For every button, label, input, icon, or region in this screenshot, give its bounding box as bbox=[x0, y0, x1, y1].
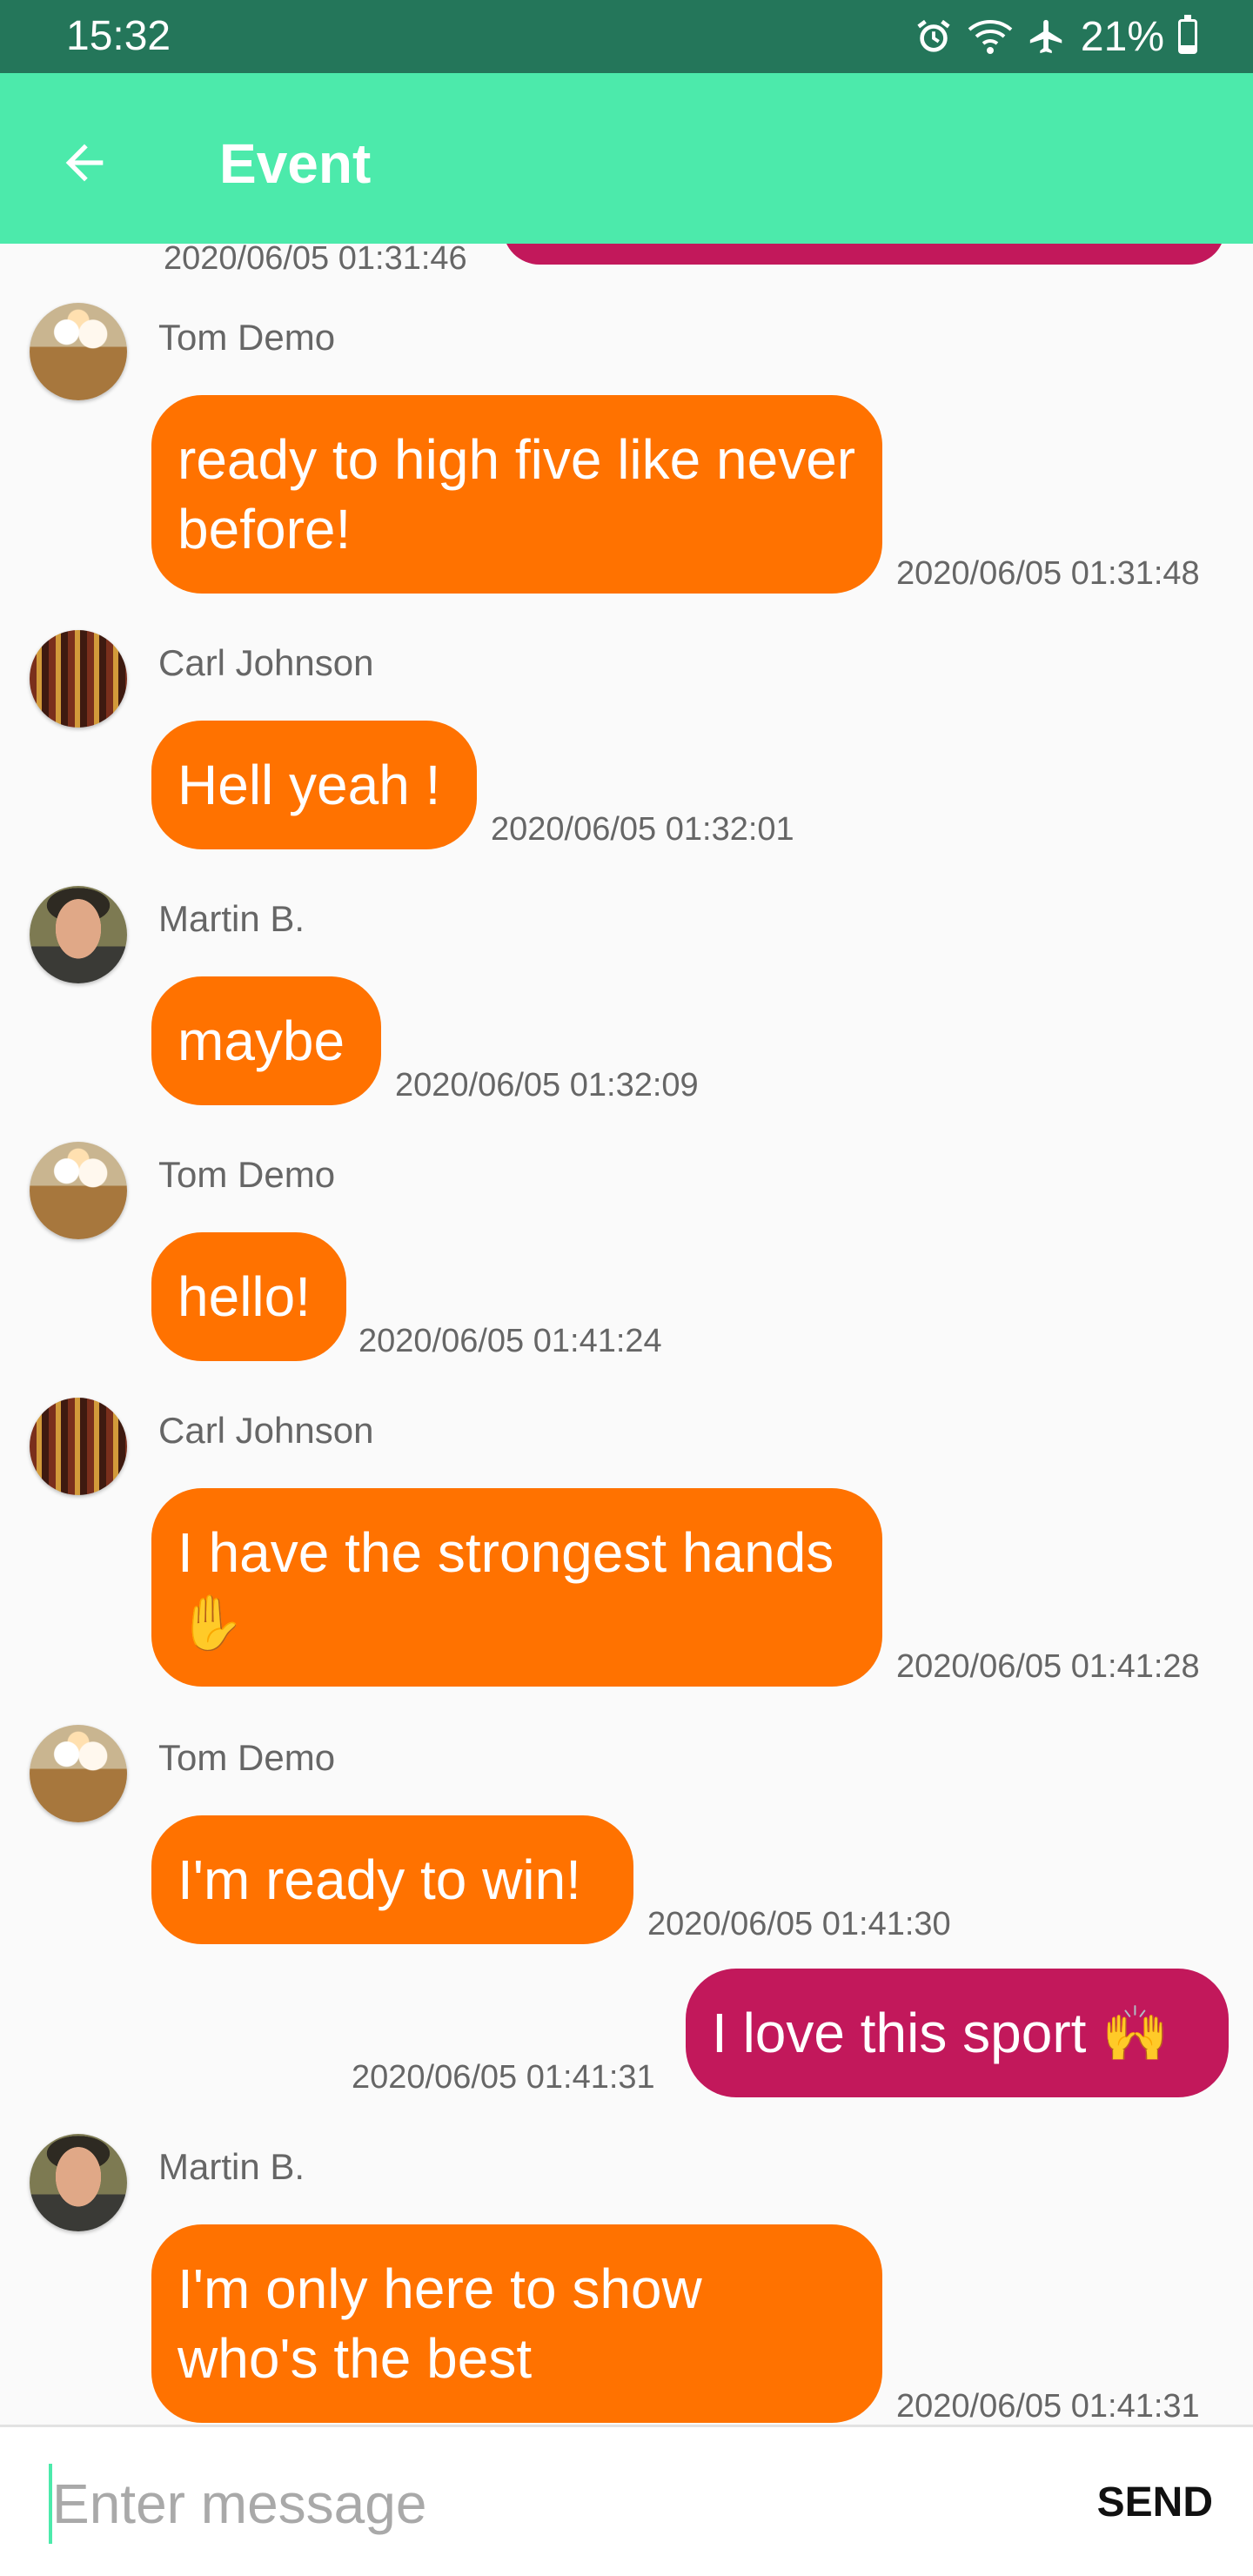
message-timestamp: 2020/06/05 01:41:24 bbox=[358, 1323, 662, 1359]
avatar[interactable] bbox=[30, 2134, 127, 2231]
sender-name: Carl Johnson bbox=[158, 1410, 374, 1451]
raising-hands-emoji: 🙌 bbox=[1102, 2004, 1169, 2064]
avatar[interactable] bbox=[30, 630, 127, 728]
wifi-icon bbox=[968, 17, 1013, 57]
avatar[interactable] bbox=[30, 303, 127, 400]
message-text: I have the strongest hands bbox=[178, 1521, 834, 1584]
message-composer: SEND bbox=[0, 2425, 1253, 2576]
message-bubble[interactable]: I have the strongest hands ✋ bbox=[151, 1488, 882, 1687]
status-icons: 21% bbox=[914, 12, 1197, 61]
message-list[interactable]: 2020/06/05 01:31:46 Tom Demo ready to hi… bbox=[0, 244, 1253, 2428]
message-timestamp: 2020/06/05 01:41:31 bbox=[352, 2059, 655, 2096]
sender-name: Tom Demo bbox=[158, 1737, 336, 1778]
back-button[interactable] bbox=[45, 124, 124, 202]
avatar[interactable] bbox=[30, 1142, 127, 1239]
message-bubble[interactable]: ready to high five like never before! bbox=[151, 395, 882, 594]
avatar[interactable] bbox=[30, 1398, 127, 1495]
page-title: Event bbox=[219, 132, 372, 195]
message-text: I love this sport bbox=[712, 2002, 1087, 2064]
message-bubble[interactable]: Hell yeah ! bbox=[151, 721, 477, 849]
message-timestamp: 2020/06/05 01:41:30 bbox=[647, 1906, 951, 1942]
message-bubble[interactable] bbox=[503, 244, 1225, 265]
message-bubble[interactable]: maybe bbox=[151, 976, 381, 1105]
status-bar: 15:32 21% bbox=[0, 0, 1253, 73]
app-bar: Event bbox=[0, 73, 1253, 244]
battery-percent: 21% bbox=[1080, 13, 1164, 60]
message-bubble[interactable]: I love this sport 🙌 bbox=[686, 1969, 1229, 2097]
arrow-left-icon bbox=[65, 144, 104, 182]
sender-name: Martin B. bbox=[158, 898, 305, 939]
message-timestamp: 2020/06/05 01:41:28 bbox=[896, 1648, 1200, 1685]
sender-name: Martin B. bbox=[158, 2146, 305, 2187]
message-input[interactable] bbox=[49, 2464, 1011, 2544]
sender-name: Tom Demo bbox=[158, 317, 336, 358]
message-timestamp: 2020/06/05 01:31:46 bbox=[164, 244, 467, 277]
status-time: 15:32 bbox=[66, 13, 171, 59]
avatar[interactable] bbox=[30, 1725, 127, 1822]
battery-icon bbox=[1178, 15, 1197, 54]
alarm-icon bbox=[914, 17, 954, 57]
airplane-icon bbox=[1027, 17, 1067, 57]
send-button[interactable]: SEND bbox=[1097, 2472, 1213, 2533]
message-timestamp: 2020/06/05 01:32:01 bbox=[491, 811, 794, 848]
message-timestamp: 2020/06/05 01:32:09 bbox=[395, 1067, 699, 1104]
message-timestamp: 2020/06/05 01:31:48 bbox=[896, 555, 1200, 592]
sender-name: Carl Johnson bbox=[158, 642, 374, 683]
sender-name: Tom Demo bbox=[158, 1154, 336, 1195]
message-bubble[interactable]: I'm ready to win! bbox=[151, 1815, 633, 1944]
raised-hand-emoji: ✋ bbox=[178, 1593, 245, 1654]
message-bubble[interactable]: hello! bbox=[151, 1232, 346, 1361]
avatar[interactable] bbox=[30, 886, 127, 983]
message-timestamp: 2020/06/05 01:41:31 bbox=[896, 2388, 1200, 2425]
message-bubble[interactable]: I'm only here to show who's the best bbox=[151, 2224, 882, 2423]
